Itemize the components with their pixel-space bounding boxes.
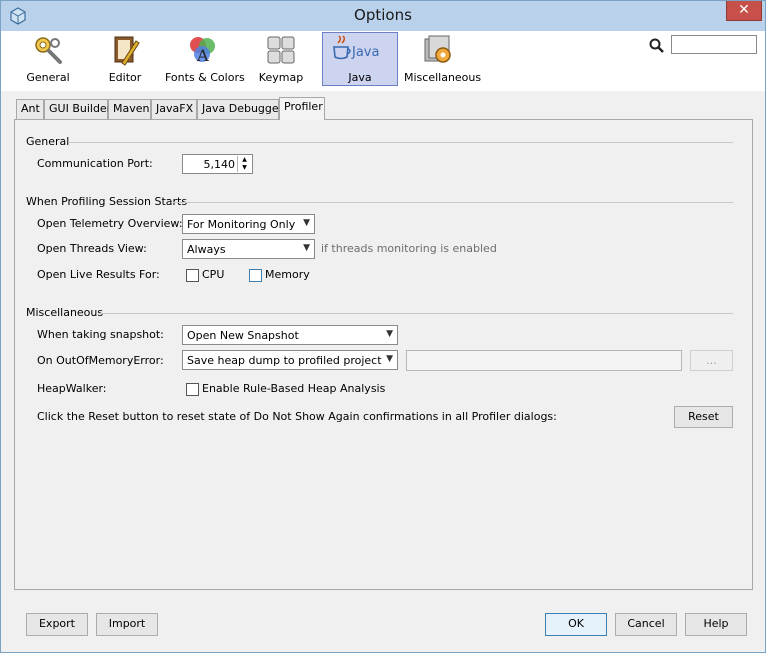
snapshot-action-dropdown[interactable]: Open New Snapshot ▼ [182,325,398,345]
import-button[interactable]: Import [96,613,158,636]
section-misc-title: Miscellaneous [26,306,104,319]
communication-port-spinner[interactable]: 5,140 ▲ ▼ [182,154,253,174]
cpu-checkbox-label[interactable]: CPU [202,268,224,281]
tab-javafx[interactable]: JavaFX [151,99,197,119]
keymap-icon [267,36,295,64]
reset-button[interactable]: Reset [674,406,733,428]
live-results-label: Open Live Results For: [37,268,160,281]
window-title: Options [354,6,412,24]
browse-button[interactable]: ... [690,350,733,371]
title-bar[interactable]: Options ✕ [1,1,765,31]
chevron-down-icon: ▼ [303,243,310,253]
category-java[interactable]: Java Java [322,32,398,86]
section-general-title: General [26,135,70,148]
oom-action-value: Save heap dump to profiled project [187,354,382,367]
telemetry-overview-value: For Monitoring Only [187,218,296,231]
category-label: Editor [108,71,142,84]
search-icon [649,38,664,53]
threads-view-hint: if threads monitoring is enabled [321,242,497,255]
telemetry-overview-label: Open Telemetry Overview: [37,217,183,230]
chevron-down-icon: ▼ [386,329,393,339]
help-button[interactable]: Help [685,613,747,636]
communication-port-label: Communication Port: [37,157,153,170]
category-editor[interactable]: Editor [101,33,149,85]
oom-action-dropdown[interactable]: Save heap dump to profiled project ▼ [182,350,398,370]
tab-ant[interactable]: Ant [16,99,44,119]
oom-label: On OutOfMemoryError: [37,354,164,367]
spinner-arrows[interactable]: ▲ ▼ [237,156,251,172]
memory-checkbox-label[interactable]: Memory [265,268,310,281]
separator [98,313,733,314]
miscellaneous-icon [424,35,451,63]
tab-java-debugger[interactable]: Java Debugger [197,99,283,119]
threads-view-dropdown[interactable]: Always ▼ [182,239,315,259]
search-input[interactable] [671,35,757,54]
java-icon: Java [333,35,379,60]
telemetry-overview-dropdown[interactable]: For Monitoring Only ▼ [182,214,315,234]
category-label: Keymap [258,71,304,84]
category-label: General [26,71,70,84]
category-fonts-colors[interactable]: A Fonts & Colors [165,33,245,85]
cancel-button[interactable]: Cancel [615,613,677,636]
snapshot-action-value: Open New Snapshot [187,329,299,342]
threads-view-label: Open Threads View: [37,242,147,255]
cpu-checkbox[interactable] [186,269,199,282]
gear-wrench-icon [35,37,62,64]
category-keymap[interactable]: Keymap [256,33,306,85]
category-label: Java [348,71,372,84]
export-button[interactable]: Export [26,613,88,636]
heap-analysis-checkbox[interactable] [186,383,199,396]
svg-text:A: A [196,46,209,65]
category-label: Miscellaneous [404,71,482,84]
heapwalker-label: HeapWalker: [37,382,107,395]
tab-maven[interactable]: Maven [108,99,151,119]
tab-profiler[interactable]: Profiler [279,97,325,120]
separator [171,202,733,203]
tab-gui-builder[interactable]: GUI Builder [44,99,111,119]
spinner-down-icon[interactable]: ▼ [238,164,251,172]
chevron-down-icon: ▼ [386,354,393,364]
memory-checkbox[interactable] [249,269,262,282]
options-window: Options ✕ General Editor A Fonts & Color… [0,0,766,653]
category-general[interactable]: General [21,33,75,85]
threads-view-value: Always [187,243,226,256]
section-session-title: When Profiling Session Starts [26,195,188,208]
snapshot-label: When taking snapshot: [37,328,164,341]
svg-text:Java: Java [351,45,379,60]
category-label: Fonts & Colors [165,71,245,84]
reset-description: Click the Reset button to reset state of… [37,410,557,423]
ok-button[interactable]: OK [545,613,607,636]
separator [69,142,733,143]
fonts-colors-icon: A [190,37,215,65]
editor-icon [114,36,140,66]
category-miscellaneous[interactable]: Miscellaneous [404,33,482,85]
chevron-down-icon: ▼ [303,218,310,228]
heap-dump-path-field[interactable] [406,350,682,371]
spinner-up-icon[interactable]: ▲ [238,156,251,164]
communication-port-value: 5,140 [203,158,236,171]
close-window-button[interactable]: ✕ [726,1,762,21]
heap-analysis-checkbox-label[interactable]: Enable Rule-Based Heap Analysis [202,382,385,395]
